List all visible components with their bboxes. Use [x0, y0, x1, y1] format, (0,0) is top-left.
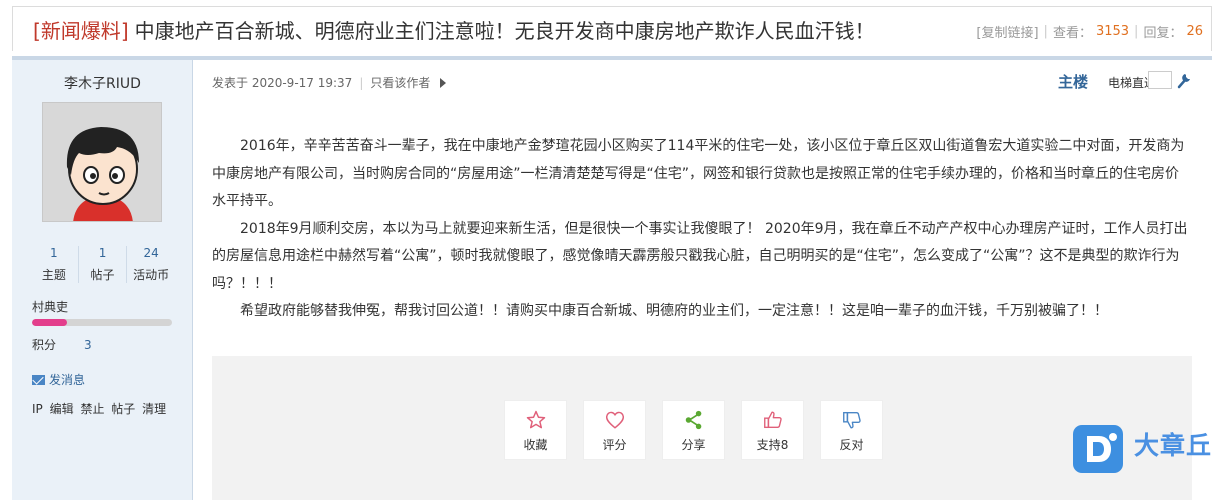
- rate-label: 评分: [602, 438, 627, 452]
- post-frame: 李木子RIUD 1 主题 1 帖子 24 活动币 村典吏 积分 3 发消息 IP…: [12, 56, 1212, 500]
- level-progress-fill: [32, 319, 67, 326]
- author-sidebar: 李木子RIUD 1 主题 1 帖子 24 活动币 村典吏 积分 3 发消息 IP…: [12, 60, 193, 500]
- stat-value: 1: [98, 246, 107, 260]
- favorite-button[interactable]: 收藏: [504, 400, 567, 460]
- avatar-illustration: [43, 103, 161, 221]
- author-stats: 1 主题 1 帖子 24 活动币: [30, 246, 175, 283]
- score-label: 积分: [32, 338, 57, 352]
- admin-link-edit[interactable]: 编辑: [50, 402, 74, 416]
- category-bracket-close: ]: [120, 18, 129, 43]
- send-message-label: 发消息: [49, 373, 86, 387]
- share-label: 分享: [681, 438, 706, 452]
- oppose-label: 反对: [839, 438, 864, 452]
- admin-link-ban[interactable]: 禁止: [80, 402, 104, 416]
- stat-value: 1: [50, 246, 58, 260]
- support-label: 支持8: [742, 436, 803, 453]
- play-triangle-icon[interactable]: [440, 77, 447, 88]
- thread-title-bar: [新闻爆料] 中康地产百合新城、明德府业主们注意啦！无良开发商中康房地产欺诈人民…: [12, 6, 1212, 51]
- views-count: 3153: [1095, 24, 1130, 39]
- category-bracket-open: [: [33, 18, 41, 43]
- category-label: 新闻爆料: [40, 18, 121, 43]
- post-paragraph: 希望政府能够替我伸冤，帮我讨回公道！！请购买中康百合新城、明德府的业主们，一定注…: [240, 303, 1108, 319]
- share-icon: [685, 410, 701, 430]
- post-main: 发表于 2020-9-17 19:37 | 只看该作者 主楼 电梯直达 2016…: [194, 60, 1212, 500]
- copy-link[interactable]: [复制链接]: [976, 22, 1038, 41]
- author-name[interactable]: 李木子RIUD: [12, 73, 193, 93]
- meta-divider: |: [1134, 24, 1139, 39]
- share-button[interactable]: 分享: [662, 400, 725, 460]
- oppose-button[interactable]: 反对: [820, 400, 883, 460]
- stat-posts[interactable]: 1 帖子: [77, 246, 127, 283]
- stat-label: 活动币: [133, 268, 170, 282]
- support-count: 8: [780, 438, 789, 452]
- thumbs-down-icon: [842, 411, 861, 429]
- floor-label[interactable]: 主楼: [1058, 71, 1088, 92]
- meta-divider: |: [1043, 24, 1048, 39]
- score-value: 3: [84, 338, 92, 352]
- elevator-input[interactable]: [1148, 71, 1172, 89]
- post-actions-area: 收藏 评分 分享 支持8 反对: [212, 356, 1192, 500]
- rate-button[interactable]: 评分: [583, 400, 646, 460]
- admin-link-ip[interactable]: IP: [32, 402, 43, 416]
- stat-threads[interactable]: 1 主题: [30, 246, 78, 283]
- support-button[interactable]: 支持8: [741, 400, 804, 460]
- favorite-label: 收藏: [523, 438, 548, 452]
- post-time: 发表于 2020-9-17 19:37: [212, 76, 353, 90]
- heart-icon: [605, 411, 624, 429]
- support-text: 支持: [756, 438, 781, 452]
- stat-label: 帖子: [90, 268, 115, 282]
- only-author-link[interactable]: 只看该作者: [370, 74, 430, 91]
- admin-link-posts[interactable]: 帖子: [111, 402, 135, 416]
- admin-link-clean[interactable]: 清理: [142, 402, 166, 416]
- site-brand: 大章丘: [1134, 431, 1213, 460]
- logo-mark: [1087, 433, 1117, 462]
- post-header: 发表于 2020-9-17 19:37 | 只看该作者: [212, 74, 447, 91]
- post-actions: 收藏 评分 分享 支持8 反对: [504, 400, 899, 460]
- admin-links: IP 编辑 禁止 帖子 清理: [32, 400, 169, 417]
- thread-category[interactable]: [新闻爆料]: [33, 15, 129, 44]
- site-logo-icon: [1073, 425, 1123, 473]
- replies-label: 回复：: [1143, 26, 1183, 41]
- envelope-icon: [32, 374, 45, 385]
- replies-count: 26: [1186, 24, 1203, 39]
- avatar[interactable]: [42, 102, 162, 222]
- wrench-icon[interactable]: [1176, 71, 1192, 89]
- post-content: 2016年，辛辛苦苦奋斗一辈子，我在中康地产金梦瑄花园小区购买了114平米的住宅…: [212, 133, 1192, 326]
- send-message-link[interactable]: 发消息: [32, 371, 85, 388]
- user-group[interactable]: 村典吏: [32, 298, 68, 315]
- score-row: 积分 3: [32, 336, 92, 353]
- thumbs-up-icon: [763, 411, 782, 429]
- level-progress-bar: [32, 319, 172, 326]
- star-icon: [526, 410, 545, 429]
- thread-title: 中康地产百合新城、明德府业主们注意啦！无良开发商中康房地产欺诈人民血汗钱！: [134, 18, 875, 43]
- post-paragraph: 2018年9月顺利交房，本以为马上就要迎来新生活，但是很快一个事实让我傻眼了！ …: [212, 220, 1188, 292]
- stat-label: 主题: [41, 268, 66, 282]
- post-paragraph: 2016年，辛辛苦苦奋斗一辈子，我在中康地产金梦瑄花园小区购买了114平米的住宅…: [212, 138, 1185, 209]
- stat-coins[interactable]: 24 活动币: [126, 246, 175, 283]
- stat-value: 24: [143, 246, 159, 260]
- views-label: 查看：: [1052, 26, 1092, 41]
- header-divider: |: [359, 75, 364, 90]
- thread-meta: [复制链接] | 查看： 3153 | 回复： 26: [976, 22, 1203, 41]
